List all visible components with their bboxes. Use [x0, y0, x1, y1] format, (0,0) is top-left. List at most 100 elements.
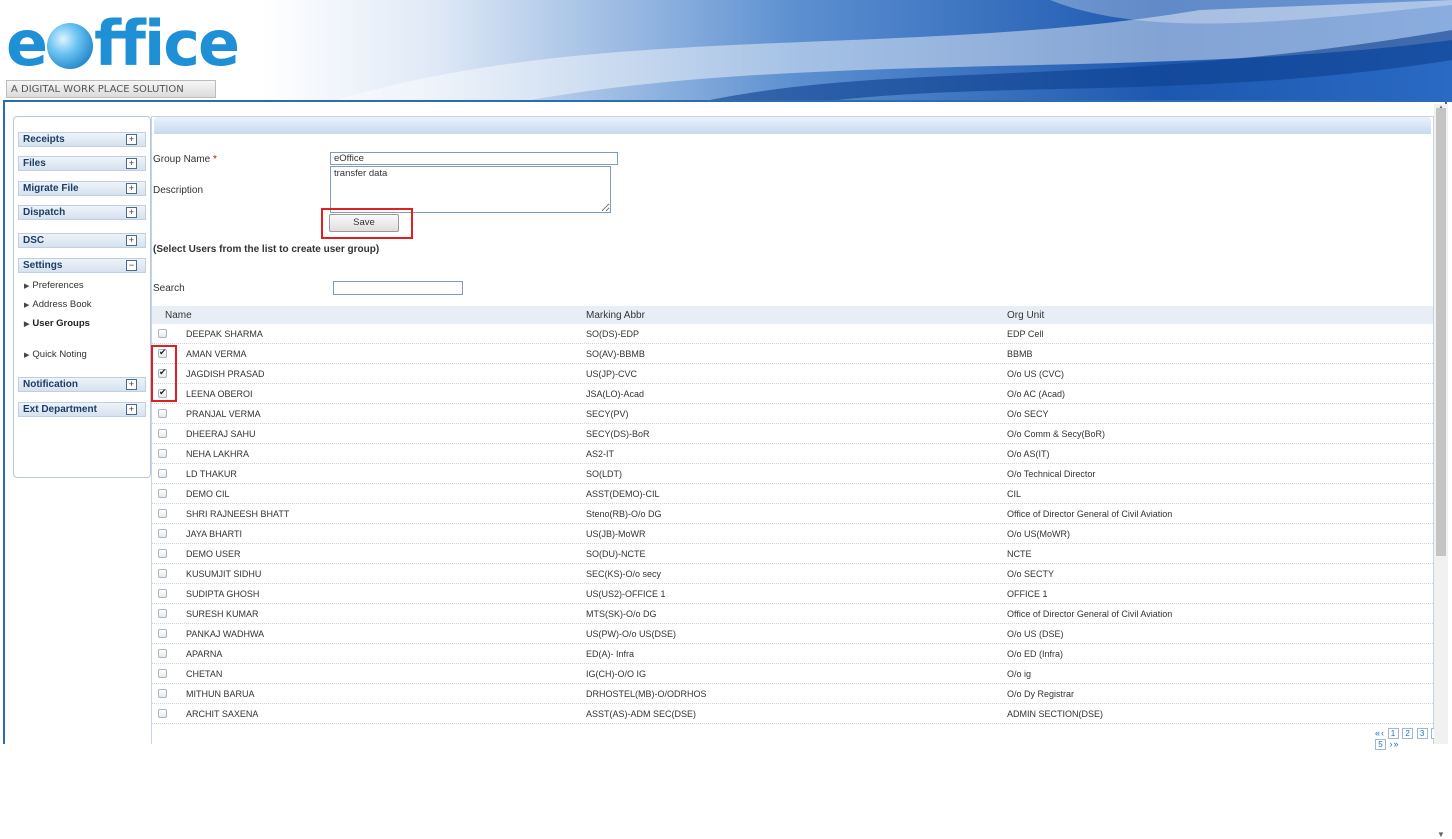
row-checkbox[interactable] [158, 669, 167, 678]
user-name-cell: JAYA BHARTI [186, 529, 243, 539]
table-row[interactable]: SUDIPTA GHOSH US(US2)-OFFICE 1 OFFICE 1 [152, 584, 1433, 604]
row-checkbox[interactable] [158, 329, 167, 338]
sidebar-subitem-preferences[interactable]: ▶ Preferences [24, 280, 84, 291]
table-row[interactable]: DEMO CIL ASST(DEMO)-CIL CIL [152, 484, 1433, 504]
expand-icon[interactable]: + [126, 404, 137, 415]
collapse-icon[interactable]: − [126, 260, 137, 271]
row-checkbox[interactable] [158, 429, 167, 438]
table-row[interactable]: AMAN VERMA SO(AV)-BBMB BBMB [152, 344, 1433, 364]
sidebar-item-notification[interactable]: Notification + [18, 377, 146, 392]
sidebar-subitem-address-book[interactable]: ▶ Address Book [24, 299, 92, 310]
row-checkbox[interactable] [158, 509, 167, 518]
table-row[interactable]: PANKAJ WADHWA US(PW)-O/o US(DSE) O/o US (D… [152, 624, 1433, 644]
user-name-cell: DEEPAK SHARMA [186, 329, 263, 339]
marking-abbr-cell: SO(LDT) [586, 469, 622, 479]
page-2[interactable]: 2 [1402, 728, 1414, 739]
expand-icon[interactable]: + [126, 134, 137, 145]
user-name-cell: DEMO CIL [186, 489, 230, 499]
page-1[interactable]: 1 [1387, 728, 1399, 739]
prev-page-icon[interactable]: ‹ [1381, 728, 1384, 738]
save-button[interactable]: Save [329, 214, 399, 232]
app-header: e ffice A DIGITAL WORK PLACE SOLUTION [0, 0, 1452, 104]
row-checkbox[interactable] [158, 589, 167, 598]
page-3[interactable]: 3 [1416, 728, 1428, 739]
table-row[interactable]: DHEERAJ SAHU SECY(DS)-BoR O/o Comm & Secy(… [152, 424, 1433, 444]
sidebar-subitem-user-groups[interactable]: ▶ User Groups [24, 318, 90, 329]
user-name-cell: PANKAJ WADHWA [186, 629, 265, 639]
marking-abbr-cell: ED(A)- Infra [586, 649, 635, 659]
row-checkbox[interactable] [158, 469, 167, 478]
row-checkbox[interactable] [158, 529, 167, 538]
user-name-cell: SHRI RAJNEESH BHATT [186, 509, 290, 519]
row-checkbox[interactable] [158, 449, 167, 458]
row-checkbox[interactable] [158, 409, 167, 418]
sidebar-item-settings[interactable]: Settings − [18, 258, 146, 273]
table-row[interactable]: SURESH KUMAR MTS(SK)-O/o DG Office of Dire… [152, 604, 1433, 624]
table-row[interactable]: ARCHIT SAXENA ASST(AS)-ADM SEC(DSE) ADMIN … [152, 704, 1433, 724]
sidebar-item-dispatch[interactable]: Dispatch + [18, 205, 146, 220]
table-row[interactable]: DEEPAK SHARMA SO(DS)-EDP EDP Cell [152, 324, 1433, 344]
marking-abbr-cell: SO(DU)-NCTE [586, 549, 646, 559]
first-page-icon[interactable]: « [1375, 728, 1380, 738]
table-row[interactable]: NEHA LAKHRA AS2-IT O/o AS(IT) [152, 444, 1433, 464]
page-5[interactable]: 5 [1375, 739, 1386, 750]
user-name-cell: PRANJAL VERMA [186, 409, 261, 419]
expand-icon[interactable]: + [126, 235, 137, 246]
marking-abbr-cell: SO(DS)-EDP [586, 329, 640, 339]
scroll-down-icon[interactable]: ▼ [1437, 830, 1445, 839]
description-textarea[interactable]: transfer data [330, 166, 611, 213]
org-unit-cell: OFFICE 1 [1007, 589, 1048, 599]
table-row[interactable]: PRANJAL VERMA SECY(PV) O/o SECY [152, 404, 1433, 424]
column-header-marking-abbr[interactable]: Marking Abbr [586, 310, 645, 321]
row-checkbox[interactable] [158, 709, 167, 718]
column-header-org-unit[interactable]: Org Unit [1007, 310, 1044, 321]
marking-abbr-cell: DRHOSTEL(MB)-O/ODRHOS [586, 689, 707, 699]
sidebar-subitem-quick-noting[interactable]: ▶ Quick Noting [24, 349, 87, 360]
table-row[interactable]: DEMO USER SO(DU)-NCTE NCTE [152, 544, 1433, 564]
row-checkbox[interactable] [158, 649, 167, 658]
sidebar-item-receipts[interactable]: Receipts + [18, 132, 146, 147]
row-checkbox[interactable] [158, 629, 167, 638]
table-row[interactable]: LD THAKUR SO(LDT) O/o Technical Director [152, 464, 1433, 484]
table-row[interactable]: SHRI RAJNEESH BHATT Steno(RB)-O/o DG Offic… [152, 504, 1433, 524]
table-header: Name Marking Abbr Org Unit [152, 306, 1433, 324]
last-page-icon[interactable]: » [1394, 739, 1399, 749]
table-row[interactable]: JAYA BHARTI US(JB)-MoWR O/o US(MoWR) [152, 524, 1433, 544]
user-name-cell: CHETAN [186, 669, 223, 679]
panel-header-bar [154, 117, 1431, 134]
marking-abbr-cell: IG(CH)-O/O IG [586, 669, 646, 679]
arrow-right-icon: ▶ [24, 352, 30, 359]
sidebar-item-migrate-file[interactable]: Migrate File + [18, 181, 146, 196]
expand-icon[interactable]: + [126, 379, 137, 390]
search-input[interactable] [333, 281, 463, 295]
row-checkbox[interactable] [158, 549, 167, 558]
user-name-cell: NEHA LAKHRA [186, 449, 250, 459]
org-unit-cell: Office of Director General of Civil Avia… [1007, 609, 1173, 619]
arrow-right-icon: ▶ [24, 302, 30, 309]
expand-icon[interactable]: + [126, 158, 137, 169]
table-row[interactable]: MITHUN BARUA DRHOSTEL(MB)-O/ODRHOS O/o Dy … [152, 684, 1433, 704]
next-page-icon[interactable]: › [1390, 739, 1393, 749]
expand-icon[interactable]: + [126, 183, 137, 194]
user-name-cell: LEENA OBEROI [186, 389, 253, 399]
org-unit-cell: O/o US (DSE) [1007, 629, 1064, 639]
table-row[interactable]: JAGDISH PRASAD US(JP)-CVC O/o US (CVC) [152, 364, 1433, 384]
column-header-name[interactable]: Name [165, 310, 192, 321]
table-row[interactable]: LEENA OBEROI JSA(LO)-Acad O/o AC (Acad) [152, 384, 1433, 404]
expand-icon[interactable]: + [126, 207, 137, 218]
row-checkbox[interactable] [158, 609, 167, 618]
row-checkbox[interactable] [158, 489, 167, 498]
scrollbar-thumb[interactable] [1436, 108, 1446, 556]
page-scrollbar[interactable]: ▲ ▼ [1434, 103, 1448, 839]
table-row[interactable]: CHETAN IG(CH)-O/O IG O/o ig [152, 664, 1433, 684]
marking-abbr-cell: SO(AV)-BBMB [586, 349, 645, 359]
marking-abbr-cell: ASST(AS)-ADM SEC(DSE) [586, 709, 697, 719]
table-row[interactable]: APARNA ED(A)- Infra O/o ED (Infra) [152, 644, 1433, 664]
group-name-input[interactable] [330, 152, 618, 165]
sidebar-item-ext-department[interactable]: Ext Department + [18, 402, 146, 417]
sidebar-item-dsc[interactable]: DSC + [18, 233, 146, 248]
row-checkbox[interactable] [158, 689, 167, 698]
row-checkbox[interactable] [158, 569, 167, 578]
table-row[interactable]: KUSUMJIT SIDHU SEC(KS)-O/o secy O/o SECTY [152, 564, 1433, 584]
sidebar-item-files[interactable]: Files + [18, 156, 146, 171]
